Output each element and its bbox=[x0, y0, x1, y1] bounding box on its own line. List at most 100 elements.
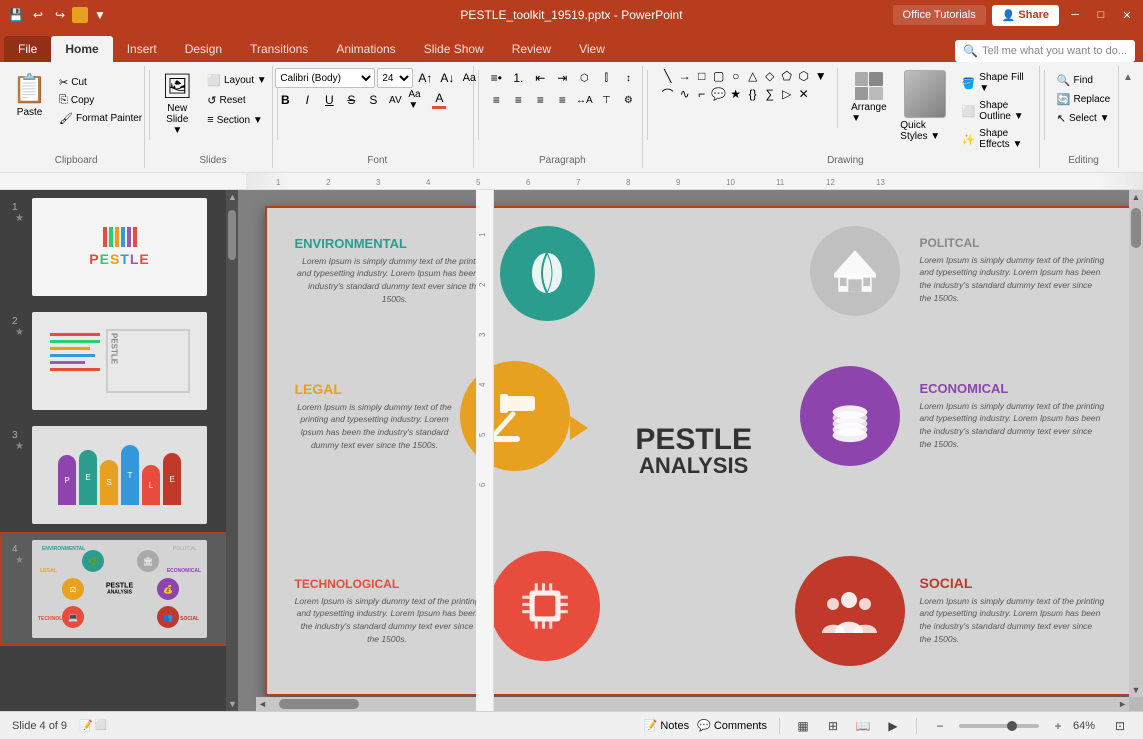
font-family-select[interactable]: Calibri (Body) bbox=[275, 68, 375, 88]
scroll-down-arrow[interactable]: ▼ bbox=[1130, 683, 1143, 697]
minimize-button[interactable]: ─ bbox=[1065, 5, 1085, 25]
align-right-button[interactable]: ≡ bbox=[530, 90, 550, 110]
scroll-right-arrow[interactable]: ► bbox=[1116, 697, 1129, 711]
save-button[interactable]: 💾 bbox=[6, 5, 26, 25]
shape-bracket-button[interactable]: {} bbox=[745, 86, 761, 102]
zoom-in-button[interactable]: + bbox=[1047, 715, 1069, 737]
zoom-thumb[interactable] bbox=[1007, 721, 1017, 731]
strikethrough-button[interactable]: S bbox=[341, 90, 361, 110]
slide-thumb-2[interactable]: PESTLE bbox=[32, 312, 207, 410]
tab-slideshow[interactable]: Slide Show bbox=[410, 36, 498, 62]
quick-styles-button[interactable]: Quick Styles ▼ bbox=[896, 68, 953, 144]
notes-icon-btn[interactable]: 📝 ⬜ bbox=[79, 719, 107, 732]
fit-slide-button[interactable]: ⊡ bbox=[1109, 715, 1131, 737]
shape-connector-button[interactable]: ⌐ bbox=[694, 86, 710, 102]
view-slideshow-button[interactable]: ▶ bbox=[882, 715, 904, 737]
scroll-up-button[interactable]: ▲ bbox=[228, 192, 236, 202]
reset-button[interactable]: ↺ Reset bbox=[203, 92, 270, 109]
scroll-thumb[interactable] bbox=[228, 210, 236, 260]
align-left-button[interactable]: ≡ bbox=[486, 90, 506, 110]
comments-button[interactable]: 💬 Comments bbox=[697, 719, 767, 732]
scroll-left-arrow[interactable]: ◄ bbox=[256, 697, 269, 711]
close-button[interactable]: ✕ bbox=[1117, 5, 1137, 25]
cut-button[interactable]: ✂ Cut bbox=[55, 74, 146, 91]
change-case-button[interactable]: Aa ▼ bbox=[407, 90, 427, 110]
shape-equation-button[interactable]: ∑ bbox=[762, 86, 778, 102]
tab-design[interactable]: Design bbox=[171, 36, 236, 62]
shape-diamond-button[interactable]: ◇ bbox=[762, 68, 778, 84]
align-center-button[interactable]: ≡ bbox=[508, 90, 528, 110]
tab-review[interactable]: Review bbox=[498, 36, 565, 62]
shape-more-button[interactable]: ▼ bbox=[813, 68, 829, 84]
tab-animations[interactable]: Animations bbox=[322, 36, 409, 62]
decrease-font-button[interactable]: A↓ bbox=[437, 68, 457, 88]
shadow-button[interactable]: S bbox=[363, 90, 383, 110]
zoom-slider[interactable] bbox=[959, 724, 1039, 728]
shape-hexagon-button[interactable]: ⬡ bbox=[796, 68, 812, 84]
layout-button[interactable]: ⬜ Layout ▼ bbox=[203, 72, 270, 89]
slide-thumb-1[interactable]: PESTLE bbox=[32, 198, 207, 296]
tab-home[interactable]: Home bbox=[51, 36, 112, 62]
line-spacing-button[interactable]: ↕ bbox=[618, 68, 638, 88]
shape-effects-button[interactable]: ✨ Shape Effects ▼ bbox=[958, 126, 1032, 152]
shape-fill-button[interactable]: 🪣 Shape Fill ▼ bbox=[958, 70, 1032, 96]
notes-button[interactable]: 📝 Notes bbox=[644, 719, 689, 732]
increase-font-button[interactable]: A↑ bbox=[415, 68, 435, 88]
slide-item-3[interactable]: 3 ★ P E S T L E bbox=[0, 418, 238, 532]
italic-button[interactable]: I bbox=[297, 90, 317, 110]
shape-cross-button[interactable]: ✕ bbox=[796, 86, 812, 102]
main-scrollbar-h[interactable]: ◄ ► bbox=[256, 697, 1129, 711]
shape-pentagon-button[interactable]: ⬠ bbox=[779, 68, 795, 84]
customize-qat-button[interactable]: ▼ bbox=[90, 5, 110, 25]
text-direction-button[interactable]: ↔A bbox=[574, 90, 594, 110]
arrange-button[interactable]: Arrange ▼ bbox=[845, 68, 892, 128]
copy-button[interactable]: ⎘ Copy bbox=[55, 92, 146, 109]
shape-callout-button[interactable]: 💬 bbox=[711, 86, 727, 102]
tell-me-input[interactable]: Tell me what you want to do... bbox=[982, 45, 1127, 57]
format-painter-button[interactable]: 🖌 Format Painter bbox=[55, 110, 146, 127]
increase-indent-button[interactable]: ⇥ bbox=[552, 68, 572, 88]
find-button[interactable]: 🔍 Find bbox=[1053, 72, 1097, 89]
undo-button[interactable]: ↩ bbox=[28, 5, 48, 25]
shape-rect-button[interactable]: □ bbox=[694, 68, 710, 84]
slide-canvas[interactable]: ENVIRONMENTAL Lorem Ipsum is simply dumm… bbox=[265, 206, 1135, 696]
view-slide-sorter-button[interactable]: ⊞ bbox=[822, 715, 844, 737]
shape-outline-button[interactable]: ⬜ Shape Outline ▼ bbox=[958, 98, 1032, 124]
font-color-button[interactable]: A bbox=[429, 90, 449, 110]
shape-triangle-button[interactable]: △ bbox=[745, 68, 761, 84]
ribbon-collapse-button[interactable]: ▲ bbox=[1121, 70, 1135, 84]
bold-button[interactable]: B bbox=[275, 90, 295, 110]
scroll-up-arrow[interactable]: ▲ bbox=[1130, 190, 1143, 204]
shape-star-button[interactable]: ★ bbox=[728, 86, 744, 102]
shape-arrow-button[interactable]: → bbox=[677, 68, 693, 84]
slide-thumb-4[interactable]: ENVIRONMENTAL POLITCAL LEGAL ECONOMICAL … bbox=[32, 540, 207, 638]
character-spacing-button[interactable]: AV bbox=[385, 90, 405, 110]
bullets-button[interactable]: ≡• bbox=[486, 68, 506, 88]
shape-rounded-button[interactable]: ▢ bbox=[711, 68, 727, 84]
tab-transitions[interactable]: Transitions bbox=[236, 36, 322, 62]
numbering-button[interactable]: 1. bbox=[508, 68, 528, 88]
main-scrollbar-v[interactable]: ▲ ▼ bbox=[1129, 190, 1143, 697]
tab-file[interactable]: File bbox=[4, 36, 51, 62]
section-button[interactable]: ≡ Section ▼ bbox=[203, 112, 270, 128]
maximize-button[interactable]: □ bbox=[1091, 5, 1111, 25]
underline-button[interactable]: U bbox=[319, 90, 339, 110]
slide-item-2[interactable]: 2 ★ PESTLE bbox=[0, 304, 238, 418]
replace-button[interactable]: 🔄 Replace bbox=[1053, 91, 1114, 108]
justify-button[interactable]: ≡ bbox=[552, 90, 572, 110]
shape-action-button[interactable]: ▷ bbox=[779, 86, 795, 102]
tab-insert[interactable]: Insert bbox=[113, 36, 171, 62]
shape-curve-button[interactable]: ⌒ bbox=[660, 86, 676, 102]
shape-freeform-button[interactable]: ∿ bbox=[677, 86, 693, 102]
scroll-thumb-v[interactable] bbox=[1131, 208, 1141, 248]
new-slide-button[interactable]: 🖼 NewSlide ▼ bbox=[155, 68, 199, 140]
clear-formatting-button[interactable]: Aa bbox=[459, 68, 479, 88]
font-size-select[interactable]: 24 bbox=[377, 68, 413, 88]
redo-button[interactable]: ↪ bbox=[50, 5, 70, 25]
slide-item-4[interactable]: 4 ★ ENVIRONMENTAL POLITCAL LEGAL ECONOMI… bbox=[0, 532, 238, 646]
slide-panel-scrollbar[interactable]: ▲ ▼ bbox=[226, 190, 238, 711]
zoom-out-button[interactable]: − bbox=[929, 715, 951, 737]
shape-ellipse-button[interactable]: ○ bbox=[728, 68, 744, 84]
view-reading-button[interactable]: 📖 bbox=[852, 715, 874, 737]
columns-button[interactable]: ⫿ bbox=[596, 68, 616, 88]
